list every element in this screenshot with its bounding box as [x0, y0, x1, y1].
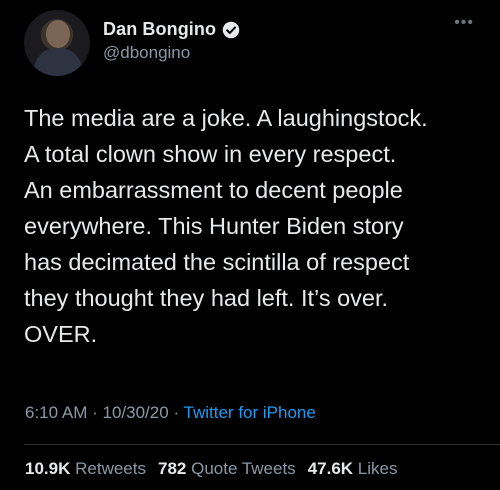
- author-name-row: Dan Bongino: [103, 19, 240, 40]
- meta-separator: ·: [173, 403, 180, 422]
- retweets-count: 10.9K: [25, 459, 71, 478]
- engagement-stats: 10.9K Retweets 782 Quote Tweets 47.6K Li…: [25, 459, 397, 479]
- likes-count: 47.6K: [307, 459, 354, 478]
- quote-tweets-label: Quote Tweets: [191, 459, 296, 478]
- avatar-body-shape: [34, 48, 82, 76]
- quote-tweets-stat[interactable]: 782 Quote Tweets: [158, 459, 296, 479]
- more-options-icon[interactable]: •••: [454, 14, 474, 32]
- tweet-time[interactable]: 6:10 AM: [25, 403, 87, 422]
- tweet-date[interactable]: 10/30/20: [103, 403, 169, 422]
- verified-badge-icon: [222, 21, 240, 38]
- user-handle[interactable]: @dbongino: [103, 43, 240, 63]
- tweet-meta: 6:10 AM · 10/30/20 · Twitter for iPhone: [25, 403, 316, 423]
- tweet-card: Dan Bongino @dbongino ••• The media are …: [0, 0, 500, 490]
- divider: [24, 444, 500, 445]
- quote-tweets-count: 782: [157, 459, 187, 478]
- likes-stat[interactable]: 47.6K Likes: [308, 459, 398, 479]
- likes-label: Likes: [357, 459, 398, 478]
- retweets-stat[interactable]: 10.9K Retweets: [25, 459, 146, 479]
- avatar[interactable]: [24, 10, 90, 76]
- meta-separator: ·: [92, 403, 98, 422]
- display-name[interactable]: Dan Bongino: [103, 19, 216, 40]
- tweet-text: The media are a joke. A laughingstock. A…: [24, 105, 428, 347]
- tweet-source-link[interactable]: Twitter for iPhone: [184, 403, 316, 422]
- author-block: Dan Bongino @dbongino: [103, 19, 240, 63]
- avatar-head-shape: [46, 20, 70, 48]
- retweets-label: Retweets: [75, 459, 146, 478]
